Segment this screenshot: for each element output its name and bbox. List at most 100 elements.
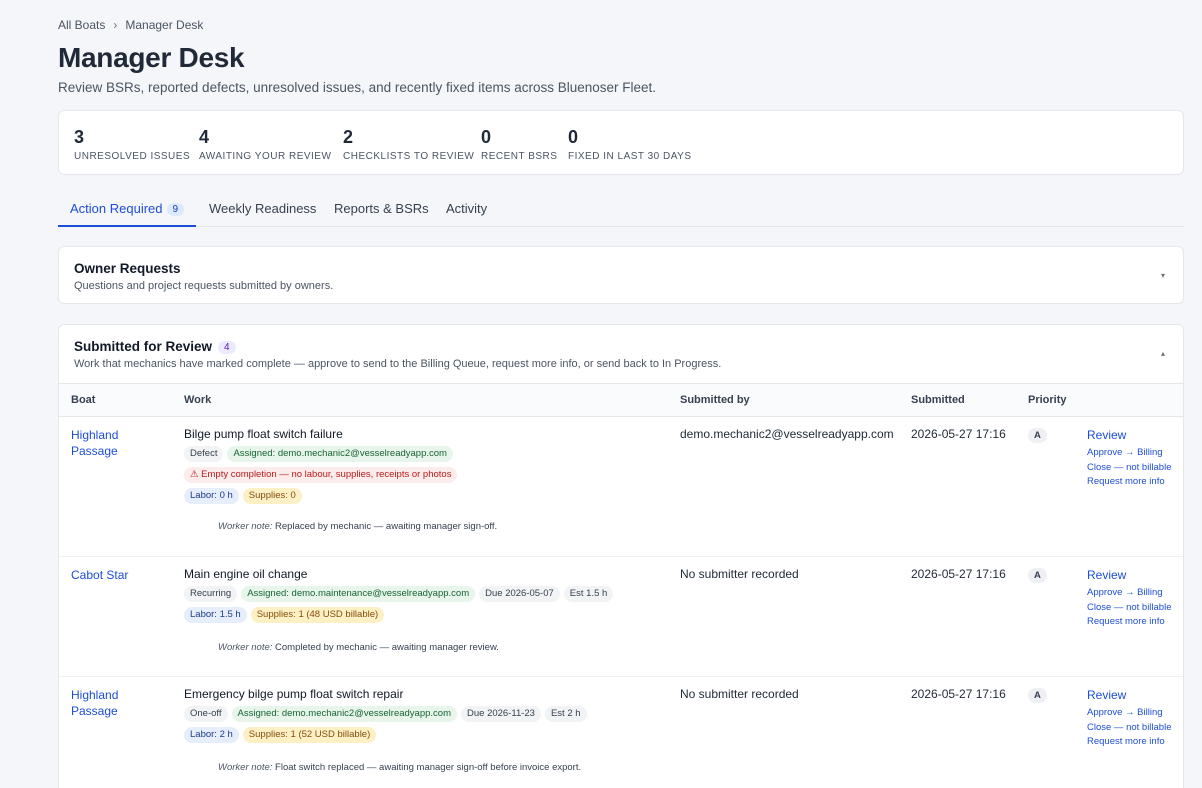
boat-link[interactable]: Highland Passage [71,687,161,719]
stat-recent-bsrs: 0 RECENT BSRS [481,127,557,162]
breadcrumb-all-boats[interactable]: All Boats [58,18,105,32]
owner-requests-header: Owner Requests Questions and project req… [74,261,333,292]
stat-label: FIXED IN LAST 30 DAYS [568,151,692,162]
work-cell: Bilge pump float switch failure Defect A… [184,427,458,504]
breadcrumb: All Boats › Manager Desk [58,18,203,32]
page-title: Manager Desk [58,42,245,73]
review-description: Work that mechanics have marked complete… [74,358,722,370]
priority-cell: A [1028,427,1047,443]
review-link[interactable]: Review [1087,427,1172,443]
stats-card: 3 UNRESOLVED ISSUES 4 AWAITING YOUR REVI… [58,110,1184,175]
worker-note-text: Completed by mechanic — awaiting manager… [275,642,499,653]
supplies-tag: Supplies: 1 (52 USD billable) [242,727,377,743]
work-title: Bilge pump float switch failure [184,427,343,441]
stat-value: 4 [199,127,210,147]
close-not-billable-link[interactable]: Close — not billable [1087,601,1172,616]
chevron-down-icon[interactable]: ▾ [1161,271,1165,280]
breadcrumb-current: Manager Desk [125,18,204,32]
boat-link[interactable]: Cabot Star [71,567,161,583]
boat-link[interactable]: Highland Passage [71,427,161,459]
column-header-boat: Boat [71,394,96,406]
breadcrumb-separator: › [113,18,118,32]
priority-cell: A [1028,567,1047,583]
submitted-by: No submitter recorded [680,687,799,701]
stat-label: RECENT BSRS [481,151,558,162]
review-table-header: Boat Work Submitted by Submitted Priorit… [59,383,1183,417]
labor-tag: Labor: 2 h [184,727,239,743]
request-more-info-link[interactable]: Request more info [1087,735,1172,750]
type-tag: Defect [184,446,224,462]
stat-checklists-to-review: 2 CHECKLISTS TO REVIEW [343,127,474,162]
stat-value: 3 [74,127,85,147]
table-row: Cabot Star Main engine oil change Recurr… [59,557,1183,677]
work-cell: Emergency bilge pump float switch repair… [184,687,587,743]
review-link[interactable]: Review [1087,567,1172,583]
tab-bar: Action Required 9 Weekly Readiness Report… [58,193,1184,227]
stat-value: 2 [343,127,354,147]
review-header: Submitted for Review 4 Work that mechanic… [74,339,721,370]
approve-billing-link[interactable]: Approve → Billing [1087,586,1172,601]
submitted-by: No submitter recorded [680,567,799,581]
review-title-text: Submitted for Review [74,339,213,354]
submitted-date: 2026-05-27 17:16 [911,567,1006,581]
type-tag: Recurring [184,586,238,602]
priority-badge: A [1028,428,1047,443]
review-link[interactable]: Review [1087,687,1172,703]
tab-action-required[interactable]: Action Required 9 [58,193,197,227]
estimate-tag: Est 1.5 h [563,586,614,602]
cost-tags: Labor: 0 h Supplies: 0 [184,488,457,504]
column-header-work: Work [184,394,212,406]
assignee-tag: Assigned: demo.maintenance@vesselreadyap… [241,586,476,602]
submitted-date: 2026-05-27 17:16 [911,687,1006,701]
priority-badge: A [1028,688,1047,703]
worker-note: Worker note: Completed by mechanic — awa… [218,642,499,653]
assignee-tag: Assigned: demo.mechanic2@vesselreadyapp.… [231,706,457,722]
tab-label: Reports & BSRs [334,201,429,216]
owner-requests-panel[interactable]: Owner Requests Questions and project req… [58,246,1184,304]
tab-count-badge: 9 [166,203,185,216]
worker-note-text: Float switch replaced — awaiting manager… [275,762,582,773]
estimate-tag: Est 2 h [544,706,587,722]
row-actions: Review Approve → Billing Close — not bil… [1087,427,1172,490]
owner-requests-description: Questions and project requests submitted… [74,280,334,292]
work-tags: Recurring Assigned: demo.maintenance@ves… [184,586,614,602]
tab-weekly-readiness[interactable]: Weekly Readiness [209,193,316,226]
labor-tag: Labor: 0 h [184,488,239,504]
close-not-billable-link[interactable]: Close — not billable [1087,461,1172,476]
empty-completion-warning: ⚠ Empty completion — no labour, supplies… [184,467,458,483]
tab-label: Activity [446,201,488,216]
row-actions: Review Approve → Billing Close — not bil… [1087,567,1172,630]
worker-note-text: Replaced by mechanic — awaiting manager … [275,521,498,532]
column-header-priority: Priority [1028,394,1067,406]
work-cell: Main engine oil change Recurring Assigne… [184,567,614,623]
labor-tag: Labor: 1.5 h [184,607,247,623]
cost-tags: Labor: 1.5 h Supplies: 1 (48 USD billabl… [184,607,613,623]
stat-unresolved-issues: 3 UNRESOLVED ISSUES [74,127,190,162]
approve-billing-link[interactable]: Approve → Billing [1087,446,1172,461]
stat-label: UNRESOLVED ISSUES [74,151,191,162]
cost-tags: Labor: 2 h Supplies: 1 (52 USD billable) [184,727,587,743]
tab-reports-bsrs[interactable]: Reports & BSRs [334,193,429,226]
chevron-up-icon[interactable]: ▴ [1161,349,1165,358]
stat-awaiting-review: 4 AWAITING YOUR REVIEW [199,127,331,162]
assignee-tag: Assigned: demo.mechanic2@vesselreadyapp.… [227,446,453,462]
worker-note-label: Worker note: [218,642,273,653]
stat-fixed-last-30-days: 0 FIXED IN LAST 30 DAYS [568,127,692,162]
supplies-tag: Supplies: 0 [242,488,302,504]
stat-value: 0 [568,127,579,147]
work-tags: Defect Assigned: demo.mechanic2@vesselre… [184,446,457,462]
request-more-info-link[interactable]: Request more info [1087,615,1172,630]
work-tags: One-off Assigned: demo.mechanic2@vesselr… [184,706,587,722]
owner-requests-title: Owner Requests [74,261,181,276]
table-row: Highland Passage Bilge pump float switch… [59,417,1183,557]
priority-badge: A [1028,568,1047,583]
close-not-billable-link[interactable]: Close — not billable [1087,721,1172,736]
supplies-tag: Supplies: 1 (48 USD billable) [250,607,385,623]
column-header-submitted-by: Submitted by [680,394,750,406]
submitted-by: demo.mechanic2@vesselreadyapp.com [680,427,894,441]
tab-activity[interactable]: Activity [446,193,487,226]
request-more-info-link[interactable]: Request more info [1087,475,1172,490]
priority-cell: A [1028,687,1047,703]
approve-billing-link[interactable]: Approve → Billing [1087,706,1172,721]
stat-label: AWAITING YOUR REVIEW [199,151,332,162]
